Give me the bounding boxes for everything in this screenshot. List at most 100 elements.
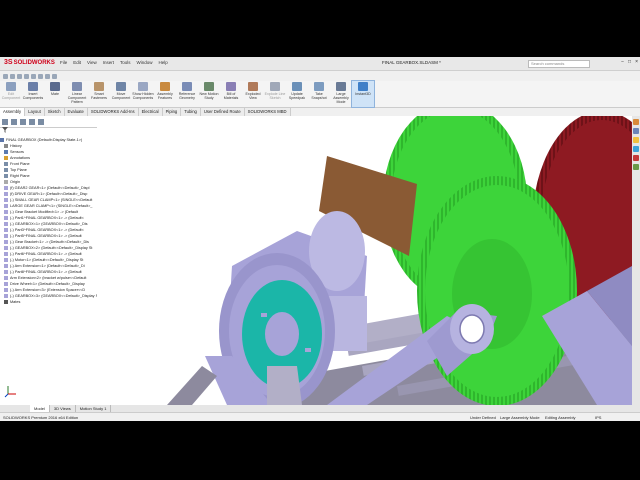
file-explorer-icon[interactable]	[633, 137, 639, 143]
command-label: Show Hidden Components	[132, 92, 154, 100]
command-button[interactable]: Linear Component Pattern	[66, 81, 88, 107]
tab[interactable]: Sketch	[44, 108, 65, 116]
menu-tools[interactable]: Tools	[120, 60, 131, 65]
resources-icon[interactable]	[633, 119, 639, 125]
command-button[interactable]: Explode Line Sketch	[264, 81, 286, 107]
command-icon	[6, 82, 16, 91]
component-icon	[4, 228, 8, 232]
command-label: Assembly Features	[157, 92, 173, 100]
command-label: Linear Component Pattern	[67, 92, 87, 104]
bottom-tab[interactable]: 3D Views	[50, 405, 76, 412]
command-label: Take Snapshot	[311, 92, 327, 100]
component-icon	[4, 216, 8, 220]
tab[interactable]: Piping	[162, 108, 182, 116]
component-icon	[4, 198, 8, 202]
command-button[interactable]: Mate	[44, 81, 66, 107]
maximize-button[interactable]: □	[628, 59, 631, 65]
tree-item[interactable]: Mates	[0, 299, 97, 305]
command-icon	[336, 82, 346, 91]
tab[interactable]: SOLIDWORKS MBD	[244, 108, 291, 116]
bottom-tab[interactable]: Motion Study 1	[76, 405, 112, 412]
component-icon	[4, 258, 8, 262]
command-button[interactable]: Show Hidden Components	[132, 81, 154, 107]
component-icon	[4, 150, 8, 154]
menu-edit[interactable]: Edit	[73, 60, 81, 65]
component-icon	[4, 156, 8, 160]
command-button[interactable]: Smart Fasteners	[88, 81, 110, 107]
command-button[interactable]: Exploded View	[242, 81, 264, 107]
minimize-button[interactable]: −	[621, 59, 624, 65]
menu-insert[interactable]: Insert	[103, 60, 114, 65]
command-icon	[28, 82, 38, 91]
menu-view[interactable]: View	[87, 60, 97, 65]
open-icon[interactable]	[10, 73, 15, 79]
tab[interactable]: SOLIDWORKS Add-Ins	[87, 108, 139, 116]
command-button[interactable]: New Motion Study	[198, 81, 220, 107]
tab[interactable]: Assembly	[0, 108, 26, 116]
custom-properties-icon[interactable]	[633, 164, 639, 170]
menu-window[interactable]: Window	[137, 60, 153, 65]
options-icon[interactable]	[52, 73, 57, 79]
tab[interactable]: Tubing	[181, 108, 201, 116]
component-icon	[4, 180, 8, 184]
appearances-icon[interactable]	[633, 155, 639, 161]
command-icon	[138, 82, 148, 91]
command-button[interactable]: Assembly Features	[154, 81, 176, 107]
command-label: New Motion Study	[199, 92, 219, 100]
configuration-manager-icon[interactable]	[20, 118, 26, 125]
axis-triad-icon	[4, 386, 16, 398]
tab[interactable]: User Defined Route	[200, 108, 245, 116]
display-manager-icon[interactable]	[38, 118, 44, 125]
filter-icon[interactable]	[2, 127, 8, 133]
rebuild-icon[interactable]	[45, 73, 50, 79]
command-button[interactable]: Edit Component	[0, 81, 22, 107]
large-gear-green-front[interactable]	[417, 176, 577, 405]
view-palette-icon[interactable]	[633, 146, 639, 152]
component-icon	[4, 246, 8, 250]
command-label: Large Assembly Mode	[333, 92, 349, 104]
command-icon	[72, 82, 82, 91]
status-under-defined: Under Defined	[470, 415, 496, 420]
design-library-icon[interactable]	[633, 128, 639, 134]
command-button[interactable]: Large Assembly Mode	[330, 81, 352, 107]
tab[interactable]: Evaluate	[64, 108, 88, 116]
bottom-tab[interactable]: Model	[30, 405, 50, 412]
component-icon	[4, 162, 8, 166]
component-icon	[4, 174, 8, 178]
component-icon	[4, 252, 8, 256]
document-title: FINAL GEARBOX.SLDASM *	[382, 60, 441, 65]
command-button[interactable]: Update Speedpak	[286, 81, 308, 107]
command-icon	[160, 82, 170, 91]
close-button[interactable]: ×	[635, 59, 638, 65]
tab[interactable]: Electrical	[138, 108, 163, 116]
status-units[interactable]: IPS	[595, 415, 601, 420]
print-icon[interactable]	[24, 73, 29, 79]
solidworks-logo[interactable]: 3SSOLIDWORKS	[4, 59, 55, 66]
command-button[interactable]: Take Snapshot	[308, 81, 330, 107]
menu-help[interactable]: Help	[159, 60, 168, 65]
command-label: Exploded View	[245, 92, 261, 100]
command-button[interactable]: Move Component	[110, 81, 132, 107]
quick-access-toolbar	[0, 71, 63, 81]
assembly-icon	[0, 138, 4, 142]
undo-icon[interactable]	[31, 73, 36, 79]
new-icon[interactable]	[3, 73, 8, 79]
feature-tree-icon[interactable]	[2, 118, 8, 125]
graphics-area[interactable]	[97, 116, 632, 405]
gearbox-model[interactable]	[97, 116, 632, 405]
dimxpert-icon[interactable]	[29, 118, 35, 125]
command-button[interactable]: Reference Geometry	[176, 81, 198, 107]
command-label: Insert Components	[22, 92, 44, 100]
command-button[interactable]: Insert Components	[22, 81, 44, 107]
command-button[interactable]: Instant3D	[351, 80, 375, 108]
solidworks-window: 3SSOLIDWORKS File Edit View Insert Tools…	[0, 57, 640, 421]
command-button[interactable]: Bill of Materials	[220, 81, 242, 107]
task-pane-strip	[632, 116, 640, 405]
menu-file[interactable]: File	[60, 60, 67, 65]
save-icon[interactable]	[17, 73, 22, 79]
property-manager-icon[interactable]	[11, 118, 17, 125]
select-icon[interactable]	[38, 73, 43, 79]
tab[interactable]: Layout	[25, 108, 45, 116]
search-commands-input[interactable]: Search commands	[528, 60, 590, 68]
component-icon	[4, 204, 8, 208]
